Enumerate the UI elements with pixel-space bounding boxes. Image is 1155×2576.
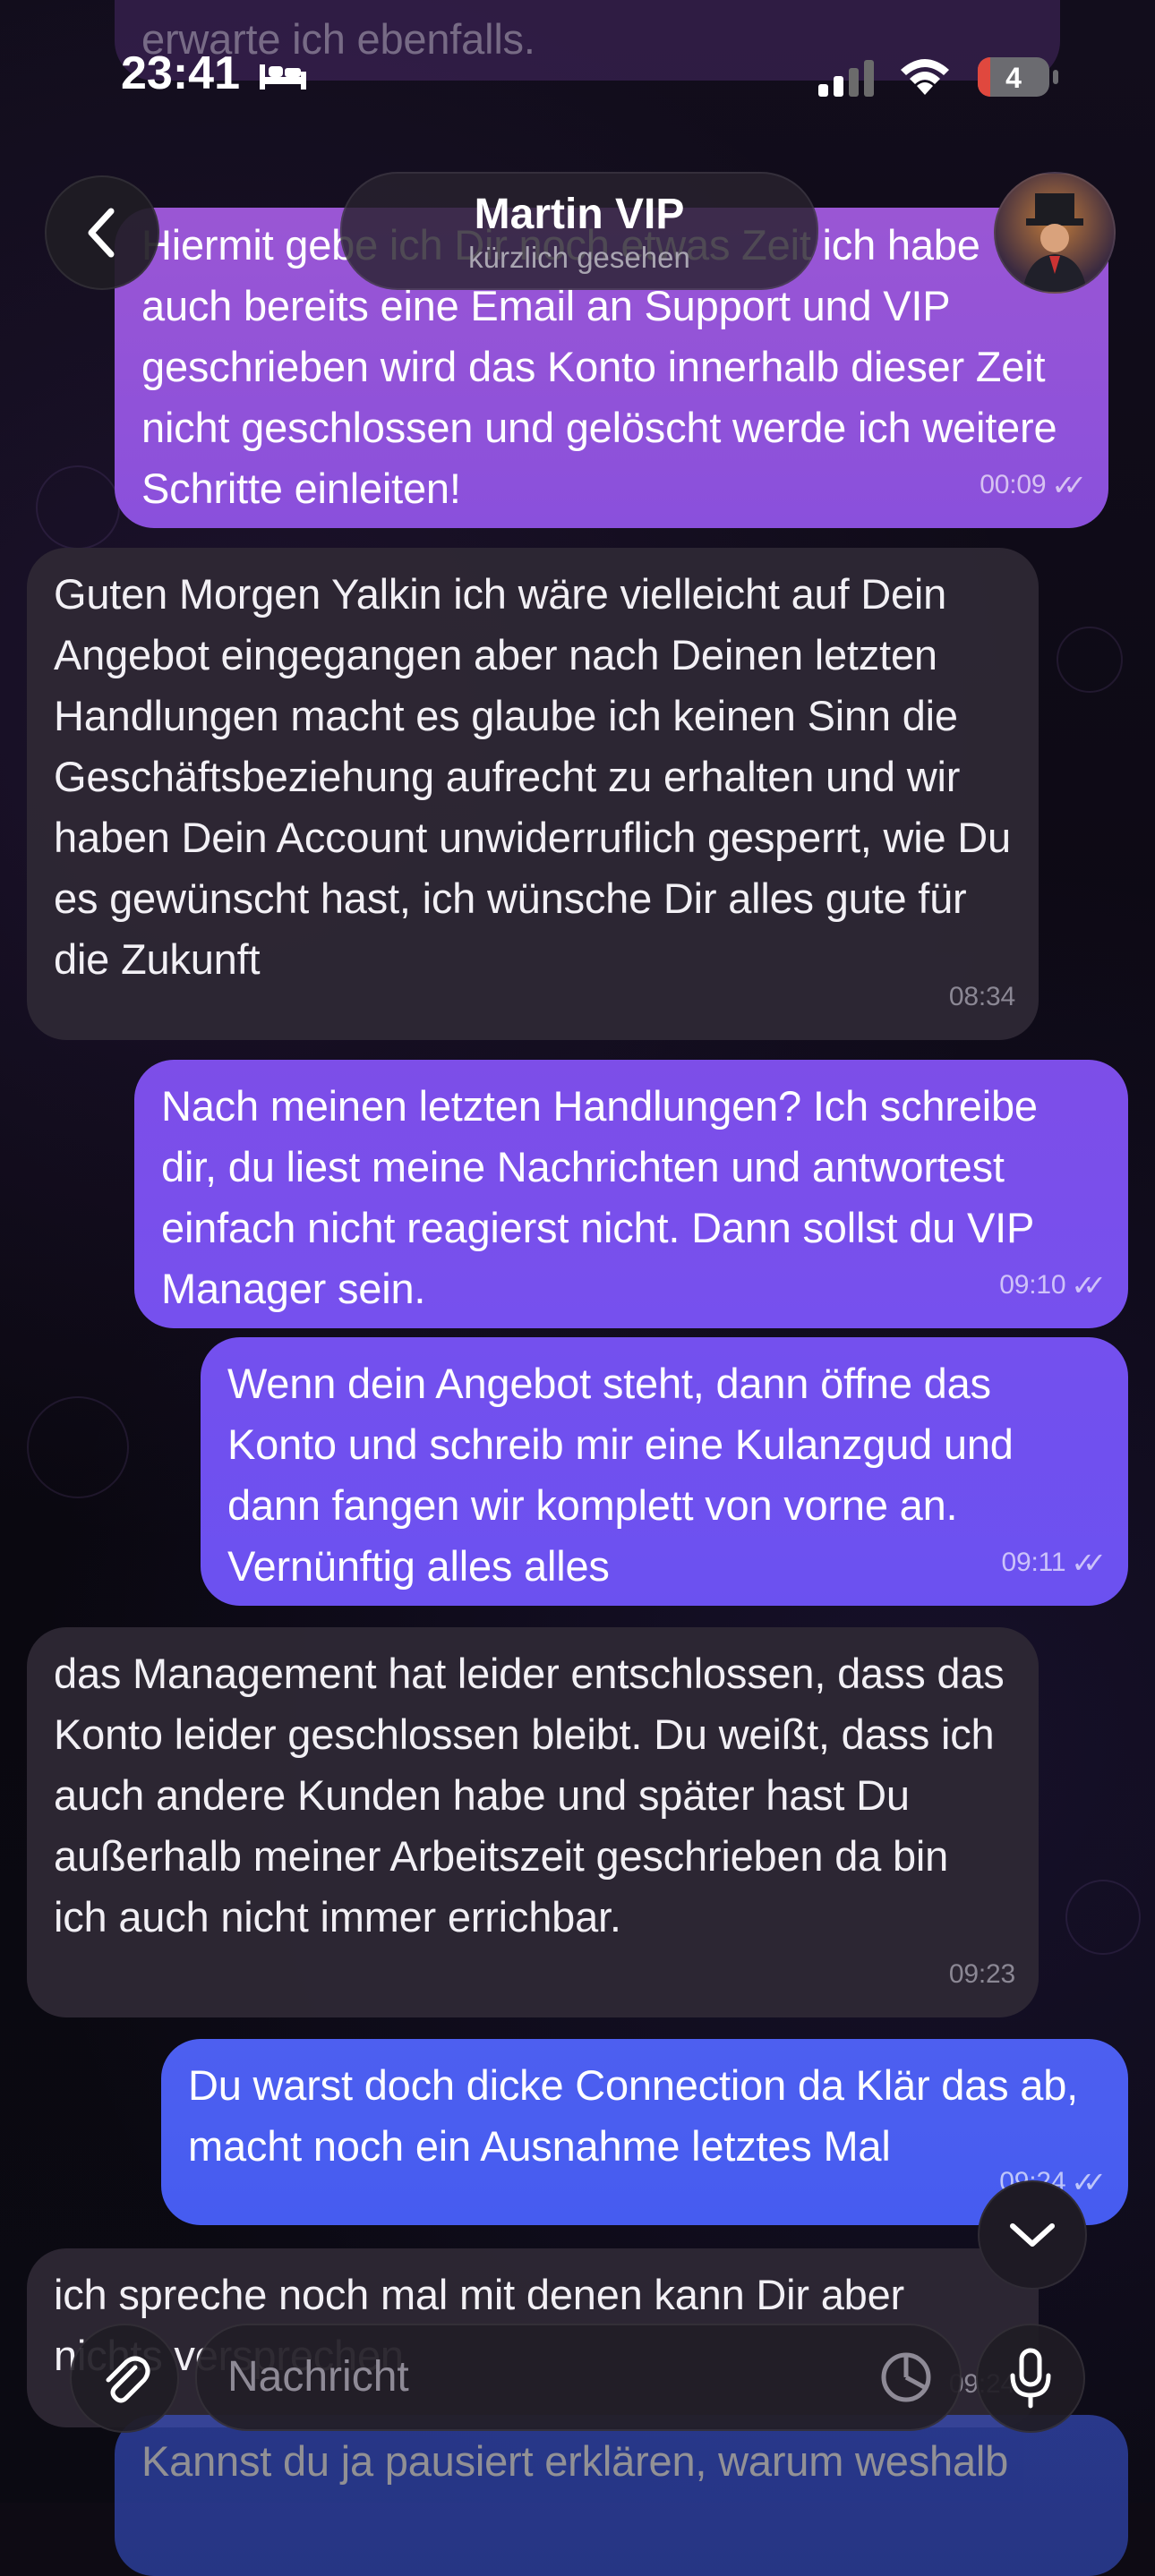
message-meta: 09:23 — [949, 1944, 1015, 2005]
message-bubble-outgoing[interactable]: Du warst doch dicke Connection da Klär d… — [161, 2039, 1128, 2225]
microphone-icon — [1010, 2348, 1051, 2409]
battery-cap — [1053, 70, 1058, 84]
sticker-icon[interactable] — [879, 2350, 933, 2404]
battery-icon: 4 — [978, 57, 1049, 97]
message-text: Guten Morgen Yalkin ich wäre vielleicht … — [54, 570, 1011, 983]
scroll-down-button[interactable] — [978, 2180, 1087, 2290]
status-bar: 23:41 4 — [0, 0, 1155, 143]
message-bubble-outgoing[interactable]: Kannst du ja pausiert erklären, warum we… — [115, 2415, 1128, 2576]
message-text: Kannst du ja pausiert erklären, warum we… — [141, 2437, 1009, 2485]
message-bubble-outgoing[interactable]: Nach meinen letzten Handlungen? Ich schr… — [134, 1060, 1128, 1328]
message-input-placeholder: Nachricht — [227, 2353, 409, 2401]
attach-button[interactable] — [70, 2324, 179, 2433]
chat-header[interactable]: Martin VIP kürzlich gesehen — [340, 172, 818, 290]
wallpaper-doodle — [27, 1396, 129, 1498]
contact-name: Martin VIP — [474, 191, 685, 238]
message-text: Nach meinen letzten Handlungen? Ich schr… — [161, 1082, 1038, 1312]
chevron-down-icon — [1010, 2223, 1055, 2247]
paperclip-icon — [106, 2356, 150, 2403]
message-meta: 08:34 — [949, 967, 1015, 1028]
wallpaper-doodle — [1057, 627, 1123, 693]
message-time: 00:09 — [980, 470, 1047, 499]
message-bubble-incoming[interactable]: das Management hat leider entschlossen, … — [27, 1627, 1039, 2017]
signal-icon — [818, 60, 874, 97]
battery-level: 4 — [1005, 62, 1022, 94]
wifi-icon — [901, 59, 949, 95]
avatar-figure-icon — [1022, 193, 1087, 292]
message-meta: 00:09 ✓✓ — [980, 455, 1087, 516]
message-meta: 09:10 ✓✓ — [999, 1255, 1107, 1316]
message-text: Wenn dein Angebot steht, dann öffne das … — [227, 1360, 1014, 1590]
message-time: 09:23 — [948, 1959, 1015, 1989]
clock: 23:41 — [121, 47, 240, 99]
read-checkmarks-icon: ✓✓ — [1071, 1269, 1106, 1301]
read-checkmarks-icon: ✓✓ — [1051, 469, 1086, 501]
message-text: das Management hat leider entschlossen, … — [54, 1650, 1005, 1941]
voice-record-button[interactable] — [976, 2324, 1085, 2433]
message-time: 09:11 — [1001, 1548, 1066, 1577]
chevron-left-icon — [88, 208, 115, 258]
last-seen-status: kürzlich gesehen — [468, 241, 690, 274]
wallpaper-doodle — [36, 465, 120, 550]
message-bubble-outgoing[interactable]: Wenn dein Angebot steht, dann öffne das … — [201, 1337, 1128, 1606]
message-text: Du warst doch dicke Connection da Klär d… — [188, 2061, 1079, 2170]
bed-icon — [260, 64, 306, 90]
message-time: 08:34 — [948, 982, 1015, 1011]
avatar[interactable] — [994, 172, 1116, 294]
read-checkmarks-icon: ✓✓ — [1071, 1547, 1106, 1579]
wallpaper-doodle — [1065, 1880, 1141, 1955]
back-button[interactable] — [45, 175, 159, 290]
message-time: 09:10 — [999, 1270, 1066, 1300]
message-bubble-incoming[interactable]: Guten Morgen Yalkin ich wäre vielleicht … — [27, 548, 1039, 1040]
message-meta: 09:11 ✓✓ — [1001, 1532, 1107, 1593]
message-input[interactable]: Nachricht — [195, 2324, 962, 2431]
